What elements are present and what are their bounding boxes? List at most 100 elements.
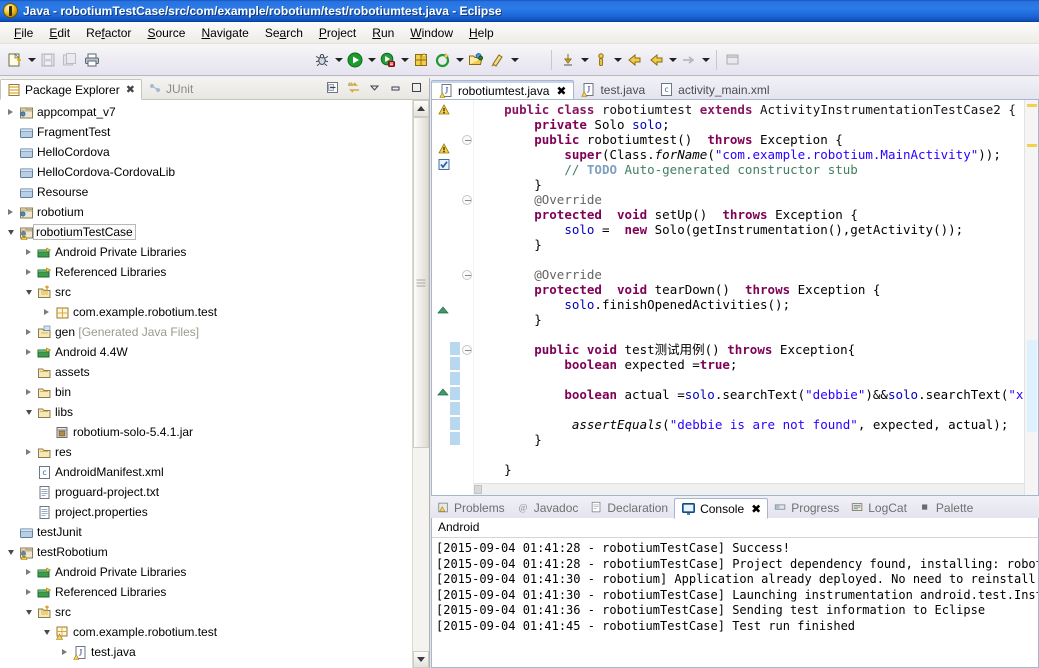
- tree-item[interactable]: com.example.robotium.test: [0, 622, 412, 642]
- package-explorer-tree[interactable]: appcompat_v7 FragmentTest HelloCordova Hell…: [0, 100, 412, 668]
- scroll-down-icon[interactable]: [413, 651, 429, 668]
- tree-item[interactable]: testJunit: [0, 522, 412, 542]
- tree-item[interactable]: Jtest.java: [0, 642, 412, 662]
- twisty-collapsed-icon[interactable]: [22, 449, 35, 455]
- maximize-icon[interactable]: [408, 79, 425, 96]
- twisty-expanded-icon[interactable]: [4, 230, 17, 235]
- twisty-expanded-icon[interactable]: [4, 550, 17, 555]
- twisty-collapsed-icon[interactable]: [22, 329, 35, 335]
- menu-file[interactable]: File: [6, 24, 41, 42]
- forward-arrow-icon[interactable]: [645, 49, 667, 71]
- menu-help[interactable]: Help: [461, 24, 502, 42]
- menu-project[interactable]: Project: [311, 24, 364, 42]
- editor-tab-activity_main-xml[interactable]: c activity_main.xml: [652, 79, 776, 100]
- menu-source[interactable]: Source: [139, 24, 193, 42]
- scrollbar-thumb[interactable]: [413, 117, 429, 449]
- tree-item[interactable]: robotium: [0, 202, 412, 222]
- twisty-collapsed-icon[interactable]: [58, 649, 71, 655]
- run-dropdown-icon[interactable]: [366, 49, 377, 71]
- search-icon[interactable]: [557, 49, 579, 71]
- debug-bug-icon[interactable]: [311, 49, 333, 71]
- tree-item[interactable]: Android Private Libraries: [0, 242, 412, 262]
- scrollbar-track[interactable]: [413, 117, 429, 651]
- editor-annotation-gutter[interactable]: [432, 100, 460, 495]
- new-window-icon[interactable]: [722, 49, 744, 71]
- tree-item[interactable]: testRobotium: [0, 542, 412, 562]
- external-tools-icon[interactable]: [377, 49, 399, 71]
- scroll-up-icon[interactable]: [413, 100, 429, 117]
- avd-dropdown-icon[interactable]: [454, 49, 465, 71]
- menu-search[interactable]: Search: [257, 24, 311, 42]
- close-icon[interactable]: ✖: [751, 502, 761, 516]
- twisty-collapsed-icon[interactable]: [22, 269, 35, 275]
- android-sdk-icon[interactable]: [410, 49, 432, 71]
- tree-item[interactable]: libs: [0, 402, 412, 422]
- avd-manager-icon[interactable]: [432, 49, 454, 71]
- editor-overview-ruler[interactable]: [1024, 100, 1038, 495]
- tree-item[interactable]: com.example.robotium.test: [0, 302, 412, 322]
- close-icon[interactable]: ✖: [556, 84, 566, 98]
- tree-item[interactable]: FragmentTest: [0, 122, 412, 142]
- menu-edit[interactable]: Edit: [41, 24, 78, 42]
- save-all-icon[interactable]: [59, 49, 81, 71]
- tree-item[interactable]: c AndroidManifest.xml: [0, 462, 412, 482]
- pin-dropdown-icon[interactable]: [700, 49, 711, 71]
- twisty-expanded-icon[interactable]: [22, 610, 35, 615]
- tree-item[interactable]: assets: [0, 362, 412, 382]
- tree-item[interactable]: Referenced Libraries: [0, 262, 412, 282]
- fold-collapse-icon[interactable]: [462, 270, 472, 280]
- menu-window[interactable]: Window: [402, 24, 461, 42]
- external-tools-dropdown-icon[interactable]: [399, 49, 410, 71]
- console-tab-console[interactable]: Console ✖: [674, 498, 769, 519]
- pin-editor-icon[interactable]: [678, 49, 700, 71]
- twisty-collapsed-icon[interactable]: [22, 569, 35, 575]
- open-type-icon[interactable]: [465, 49, 487, 71]
- tree-item[interactable]: Android Private Libraries: [0, 562, 412, 582]
- collapse-all-icon[interactable]: [324, 79, 341, 96]
- tree-vertical-scrollbar[interactable]: [412, 100, 429, 668]
- minimize-icon[interactable]: [387, 79, 404, 96]
- tree-item[interactable]: appcompat_v7: [0, 102, 412, 122]
- tree-item[interactable]: proguard-project.txt: [0, 482, 412, 502]
- tree-item[interactable]: Resourse: [0, 182, 412, 202]
- search-dropdown-icon[interactable]: [579, 49, 590, 71]
- console-tab-javadoc[interactable]: @ Javadoc: [511, 497, 585, 518]
- console-tabbar[interactable]: Problems @ Javadoc Declaration Console ✖ Progr…: [431, 496, 1039, 519]
- editor-text-area[interactable]: public class robotiumtest extends Activi…: [474, 100, 1024, 495]
- twisty-collapsed-icon[interactable]: [22, 589, 35, 595]
- twisty-collapsed-icon[interactable]: [40, 309, 53, 315]
- history-dropdown-icon[interactable]: [667, 49, 678, 71]
- tree-item[interactable]: robotiumTestCase: [0, 222, 412, 242]
- tree-item[interactable]: robotium-solo-5.4.1.jar: [0, 422, 412, 442]
- new-file-icon[interactable]: [4, 49, 26, 71]
- twisty-collapsed-icon[interactable]: [22, 349, 35, 355]
- menu-refactor[interactable]: Refactor: [78, 24, 139, 42]
- tree-item[interactable]: src: [0, 602, 412, 622]
- next-annotation-dropdown-icon[interactable]: [612, 49, 623, 71]
- new-class-dropdown-icon[interactable]: [509, 49, 520, 71]
- console-tab-palette[interactable]: Palette: [913, 497, 979, 518]
- twisty-collapsed-icon[interactable]: [4, 209, 17, 215]
- fold-collapse-icon[interactable]: [462, 195, 472, 205]
- twisty-collapsed-icon[interactable]: [22, 249, 35, 255]
- console-tab-problems[interactable]: Problems: [431, 497, 511, 518]
- menu-navigate[interactable]: Navigate: [193, 24, 256, 42]
- run-play-icon[interactable]: [344, 49, 366, 71]
- editor-tab-test-java[interactable]: Jtest.java: [574, 79, 652, 100]
- console-tab-progress[interactable]: Progress: [768, 497, 845, 518]
- editor-tab-robotiumtest-java[interactable]: Jrobotiumtest.java ✖: [431, 80, 575, 101]
- fold-collapse-icon[interactable]: [462, 345, 472, 355]
- console-output[interactable]: [2015-09-04 01:41:28 - robotiumTestCase]…: [432, 538, 1038, 667]
- editor-folding-column[interactable]: [460, 100, 474, 495]
- new-class-icon[interactable]: [487, 49, 509, 71]
- tree-item[interactable]: bin: [0, 382, 412, 402]
- console-tab-logcat[interactable]: LogCat: [845, 497, 913, 518]
- tree-item[interactable]: HelloCordova: [0, 142, 412, 162]
- menu-run[interactable]: Run: [364, 24, 402, 42]
- twisty-expanded-icon[interactable]: [40, 630, 53, 635]
- tab-package-explorer[interactable]: Package Explorer ✖: [0, 79, 142, 100]
- editor-horizontal-scrollbar[interactable]: [474, 483, 1024, 495]
- twisty-collapsed-icon[interactable]: [4, 109, 17, 115]
- console-tab-declaration[interactable]: Declaration: [584, 497, 674, 518]
- tab-junit[interactable]: JUnit: [142, 78, 199, 99]
